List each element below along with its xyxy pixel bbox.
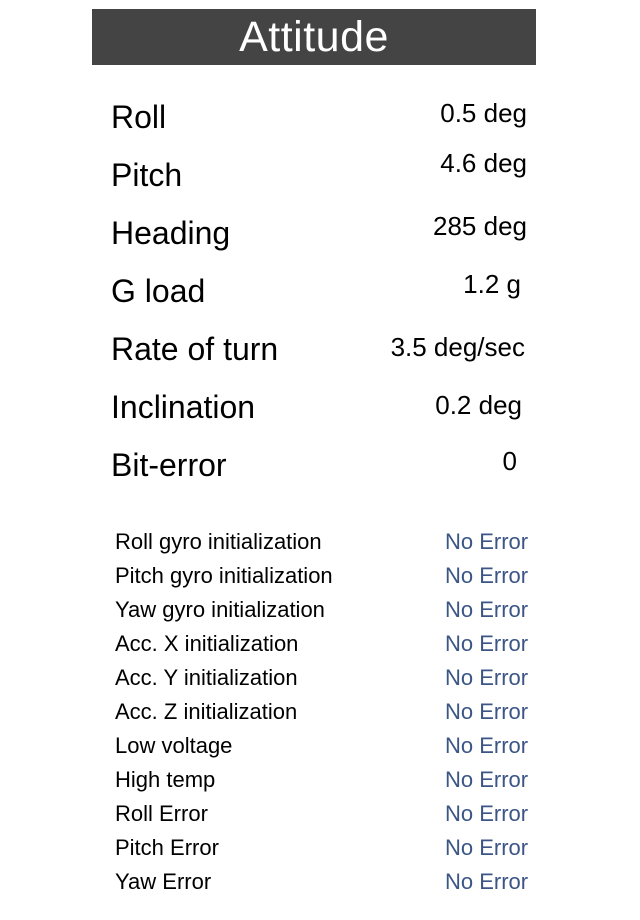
- status-label: Roll Error: [115, 801, 208, 826]
- status-label: Acc. Z initialization: [115, 699, 298, 724]
- status-value: No Error: [445, 869, 529, 894]
- status-row: Pitch gyro initialization No Error: [115, 559, 535, 593]
- reading-row-inclination: Inclination 0.2 deg: [111, 378, 527, 436]
- status-value: No Error: [445, 767, 529, 792]
- status-value: No Error: [445, 665, 529, 690]
- header-bar: Attitude: [92, 9, 536, 65]
- status-list: Roll gyro initialization No Error Pitch …: [115, 525, 535, 899]
- status-row: Low voltage No Error: [115, 729, 535, 763]
- status-label: Acc. Y initialization: [115, 665, 298, 690]
- status-label: Pitch gyro initialization: [115, 563, 333, 588]
- reading-row-pitch: Pitch 4.6 deg: [111, 146, 527, 204]
- status-row: Yaw Error No Error: [115, 865, 535, 899]
- reading-label: Roll: [111, 99, 167, 135]
- reading-row-heading: Heading 285 deg: [111, 204, 527, 262]
- reading-row-bit-error: Bit-error 0: [111, 436, 527, 494]
- reading-value: 0.2 deg: [435, 390, 522, 420]
- reading-row-rate-of-turn: Rate of turn 3.5 deg/sec: [111, 320, 527, 378]
- status-value: No Error: [445, 529, 529, 554]
- reading-label: Rate of turn: [111, 331, 279, 367]
- status-row: Roll gyro initialization No Error: [115, 525, 535, 559]
- status-row: Acc. Z initialization No Error: [115, 695, 535, 729]
- status-value: No Error: [445, 563, 529, 588]
- status-row: Pitch Error No Error: [115, 831, 535, 865]
- reading-label: Pitch: [111, 157, 183, 193]
- reading-value: 0.5 deg: [440, 98, 527, 128]
- reading-value: 4.6 deg: [440, 148, 527, 178]
- status-value: No Error: [445, 597, 529, 622]
- status-row: Acc. Y initialization No Error: [115, 661, 535, 695]
- status-value: No Error: [445, 835, 529, 860]
- status-label: Yaw Error: [115, 869, 212, 894]
- reading-label: G load: [111, 273, 206, 309]
- reading-label: Bit-error: [111, 447, 227, 483]
- status-label: Roll gyro initialization: [115, 529, 322, 554]
- reading-value: 285 deg: [433, 211, 527, 241]
- reading-row-g-load: G load 1.2 g: [111, 262, 527, 320]
- status-row: Roll Error No Error: [115, 797, 535, 831]
- status-value: No Error: [445, 631, 529, 656]
- page-title: Attitude: [239, 13, 389, 61]
- status-label: High temp: [115, 767, 216, 792]
- status-label: Yaw gyro initialization: [115, 597, 325, 622]
- attitude-readings: Roll 0.5 deg Pitch 4.6 deg Heading 285 d…: [111, 88, 527, 494]
- reading-value: 3.5 deg/sec: [390, 332, 525, 362]
- status-value: No Error: [445, 699, 529, 724]
- status-row: Yaw gyro initialization No Error: [115, 593, 535, 627]
- reading-value: 0: [502, 446, 517, 476]
- status-row: Acc. X initialization No Error: [115, 627, 535, 661]
- status-label: Low voltage: [115, 733, 233, 758]
- reading-label: Heading: [111, 215, 231, 251]
- status-row: High temp No Error: [115, 763, 535, 797]
- status-value: No Error: [445, 733, 529, 758]
- status-label: Acc. X initialization: [115, 631, 299, 656]
- status-label: Pitch Error: [115, 835, 219, 860]
- reading-label: Inclination: [111, 389, 256, 425]
- status-value: No Error: [445, 801, 529, 826]
- reading-value: 1.2 g: [463, 269, 521, 299]
